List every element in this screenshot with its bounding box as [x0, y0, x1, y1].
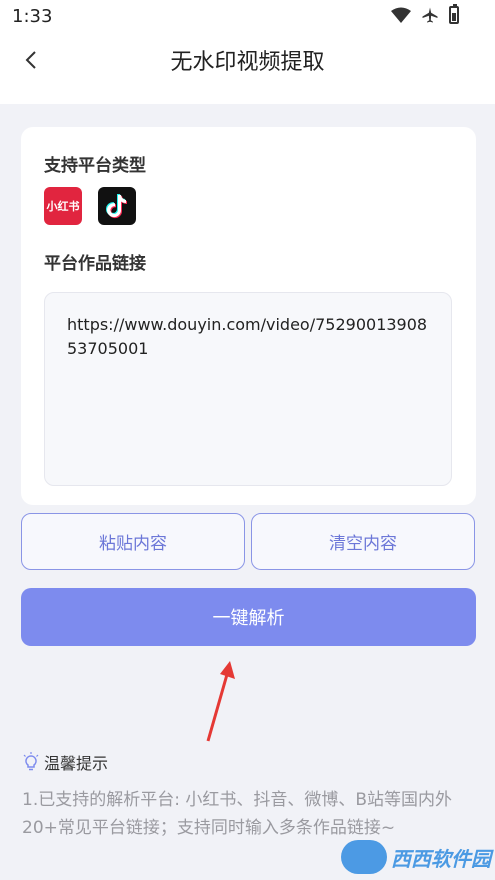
xiaohongshu-icon-text: 小红书 — [46, 200, 80, 213]
tips-title: 温馨提示 — [44, 754, 109, 773]
paste-button[interactable]: 粘贴内容 — [21, 513, 245, 570]
battery-icon — [449, 4, 459, 24]
red-arrow-annotation — [206, 661, 235, 742]
wifi-icon — [391, 7, 411, 23]
clear-button[interactable]: 清空内容 — [251, 513, 475, 570]
input-card: 支持平台类型 小红书 平台作品链接 https://www.douyin.com… — [21, 127, 476, 505]
header: 无水印视频提取 — [0, 34, 495, 90]
watermark-logo — [341, 840, 387, 874]
xiaohongshu-icon: 小红书 — [44, 187, 82, 225]
watermark: 西西软件园 — [341, 840, 491, 874]
link-label: 平台作品链接 — [44, 254, 146, 274]
tips-text: 1.已支持的解析平台: 小红书、抖音、微博、B站等国内外20+常见平台链接；支持… — [22, 790, 453, 838]
platform-type-label: 支持平台类型 — [44, 156, 146, 176]
watermark-text: 西西软件园 — [391, 846, 491, 871]
status-bar: 1:33 — [0, 0, 495, 34]
status-time: 1:33 — [12, 6, 53, 27]
douyin-icon — [98, 187, 136, 225]
parse-button[interactable]: 一键解析 — [21, 588, 476, 646]
tips-header: 温馨提示 — [22, 750, 108, 774]
top-bar: 1:33 无水印视频提取 — [0, 0, 495, 104]
lightbulb-icon — [23, 752, 39, 771]
platform-icons: 小红书 — [44, 187, 136, 225]
link-input[interactable]: https://www.douyin.com/video/75290013908… — [44, 292, 452, 486]
airplane-icon — [422, 7, 438, 23]
page-title: 无水印视频提取 — [170, 50, 325, 75]
status-icons — [391, 4, 459, 24]
